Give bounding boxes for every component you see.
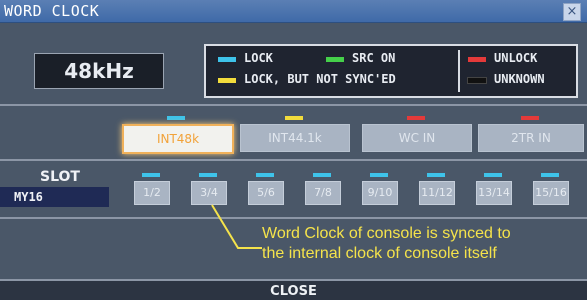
annotation-text: Word Clock of console is synced to the i…	[262, 224, 582, 264]
close-button[interactable]: CLOSE	[0, 279, 587, 300]
annotation-line-1: Word Clock of console is synced to	[262, 225, 511, 242]
word-clock-window: WORD CLOCK × 48kHz LOCK SRC ON LOCK, BUT…	[0, 0, 587, 300]
annotation-line-2: the internal clock of console itself	[262, 245, 497, 262]
